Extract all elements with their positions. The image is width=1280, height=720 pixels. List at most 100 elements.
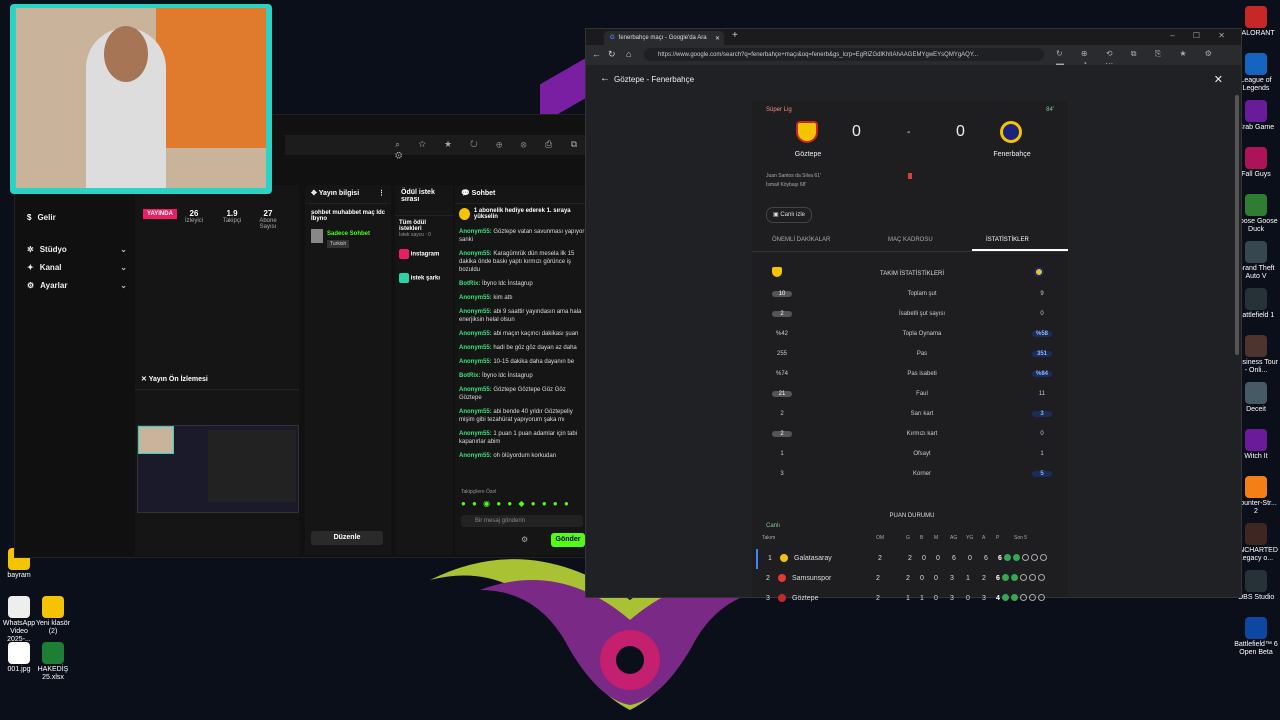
browser-toolbar-behind: ⌕ ☆ ★ ↻ ⊕ ⊗ ⎙ ⧉ ⚙: [285, 135, 589, 160]
form-dot-icon: [1002, 594, 1009, 601]
reload-icon[interactable]: ↻: [608, 49, 616, 60]
chat-username[interactable]: Anonym55:: [459, 229, 492, 235]
tab-lineups[interactable]: MAÇ KADROSU: [888, 237, 933, 243]
coin-icon: $: [27, 212, 32, 222]
stat-away-value: 351: [1032, 351, 1052, 357]
form-dot-icon: [1004, 554, 1011, 561]
chat-message: Anonym55: abi bende 40 yıldır Göztepeliy…: [459, 408, 585, 424]
chat-username[interactable]: Anonym55:: [459, 359, 492, 365]
more-icon[interactable]: ⋮: [378, 189, 385, 197]
team-crest-icon: [778, 574, 786, 582]
chat-message: Anonym55: 10-15 dakika daha dayanın be: [459, 358, 585, 366]
window-controls[interactable]: – ☐ ✕: [1170, 31, 1233, 40]
chat-panel: 💬 Sohbet 1 abonelik hediye ederek 1. sır…: [455, 185, 589, 555]
standings-value: 0: [968, 555, 972, 562]
standings-col-header: P: [996, 535, 1000, 541]
chat-message: Anonym55: Göztepe vatan savunması yapıyo…: [459, 228, 585, 244]
sidebar-item-kanal[interactable]: ✦ Kanal ⌄: [15, 258, 135, 276]
close-icon[interactable]: ✕: [1214, 73, 1223, 86]
stat-home-value: 2: [772, 431, 792, 437]
chat-username[interactable]: Anonym55:: [459, 453, 492, 459]
edit-button[interactable]: Düzenle: [311, 531, 383, 545]
sidebar-item-label: Gelir: [37, 212, 56, 222]
chat-message: Anonym55: kim attı: [459, 294, 585, 302]
chat-text: abi maçın kaçıncı dakikası şuan: [493, 331, 579, 337]
rewards-all[interactable]: Tüm ödül istekleri: [395, 216, 453, 232]
app-icon: [1245, 53, 1267, 75]
reward-item-instagram[interactable]: instagram: [399, 249, 439, 259]
chat-username[interactable]: Anonym55:: [459, 295, 492, 301]
tab-stats[interactable]: İSTATİSTİKLER: [986, 237, 1029, 243]
stat-away-value: %84: [1032, 371, 1052, 377]
close-tab-icon[interactable]: ✕: [715, 35, 720, 42]
chat-input[interactable]: Bir mesaj gönderin: [461, 515, 583, 527]
app-icon: [1245, 617, 1267, 639]
instagram-icon: [399, 249, 409, 259]
stat-away-value: 3: [1032, 411, 1052, 417]
chat-username[interactable]: Anonym55:: [459, 345, 492, 351]
chat-username[interactable]: Anonym55:: [459, 251, 492, 257]
standings-row[interactable]: 3 Göztepe 2 1 1 0 3 0 3 4: [756, 589, 1056, 609]
back-arrow-icon[interactable]: ←: [600, 73, 610, 84]
sidebar-item-ayarlar[interactable]: ⚙ Ayarlar ⌄: [15, 276, 135, 294]
standings-value: 2: [982, 575, 986, 582]
chat-username[interactable]: Anonym55:: [459, 387, 492, 393]
stat-home-value: %74: [775, 371, 788, 377]
standings-col-header: B: [920, 535, 924, 541]
chat-text: 10-15 dakika daha dayanın be: [493, 359, 575, 365]
settings-icon[interactable]: ⚙: [521, 535, 528, 544]
tab-bar: G fenerbahçe maçı - Google'da Ara ✕ + – …: [586, 29, 1241, 45]
panel-title: Göztepe - Fenerbahçe: [614, 75, 695, 84]
sidebar-item-gelir[interactable]: $ Gelir: [15, 208, 135, 226]
language-tag: Turkish: [327, 240, 350, 248]
watch-live-button[interactable]: ▣ Canlı izle: [766, 207, 813, 223]
scrollbar[interactable]: [1235, 95, 1239, 355]
desktop-icon[interactable]: HAKEDİŞ 25.xlsx: [34, 642, 72, 682]
app-icon: [1245, 382, 1267, 404]
reward-item-song[interactable]: istek şarkı: [399, 273, 440, 283]
tab-key-moments[interactable]: ÖNEMLİ DAKİKALAR: [772, 237, 830, 243]
form-dot-icon: [1022, 554, 1029, 561]
app-icon: [1245, 476, 1267, 498]
preview-header: ✕ Yayın Ön İzlemesi: [135, 371, 299, 390]
desktop-icon[interactable]: Yeni klasör (2): [34, 596, 72, 636]
stat-label: Sarı kart: [910, 411, 934, 417]
standings-row[interactable]: 1 Galatasaray 2 2 0 0 6 0 6 6: [756, 549, 1058, 569]
preview-thumbnail[interactable]: [137, 425, 299, 513]
match-card: Süper Lig 84' Göztepe 0 - 0 Fenerbahçe J…: [752, 101, 1068, 602]
url-field[interactable]: https://www.google.com/search?q=fenerbah…: [644, 48, 1044, 61]
new-tab-icon[interactable]: +: [732, 30, 738, 41]
file-icon: [8, 642, 30, 664]
back-icon[interactable]: ←: [592, 49, 601, 59]
stream-preview-panel: ✕ Yayın Ön İzlemesi: [135, 371, 299, 556]
form-dot-icon: [1029, 574, 1036, 581]
chat-username[interactable]: BotRix:: [459, 373, 480, 379]
desktop-icon[interactable]: 001.jpg: [0, 642, 38, 674]
chat-username[interactable]: Anonym55:: [459, 331, 492, 337]
chat-username[interactable]: Anonym55:: [459, 431, 492, 437]
app-icon: [1245, 100, 1267, 122]
desktop-icon[interactable]: WhatsApp Video 2025-...: [0, 596, 38, 644]
standings-row[interactable]: 2 Samsunspor 2 2 0 0 3 1 2 6: [756, 569, 1056, 589]
form-dots: [1002, 594, 1047, 603]
send-button[interactable]: Gönder: [551, 533, 585, 547]
browser-tab[interactable]: G fenerbahçe maçı - Google'da Ara ✕: [604, 31, 724, 45]
browser-window: G fenerbahçe maçı - Google'da Ara ✕ + – …: [585, 28, 1242, 602]
sidebar-item-studyo[interactable]: ✲ Stüdyo ⌄: [15, 240, 135, 258]
stat-away-value: %58: [1032, 331, 1052, 337]
home-icon[interactable]: ⌂: [626, 49, 631, 59]
chat-text: oh ölüyordum korkudan: [493, 453, 557, 459]
rewards-count: İstek sayısı : 0: [399, 232, 431, 238]
chat-username[interactable]: Anonym55:: [459, 309, 492, 315]
chevron-down-icon: ⌄: [120, 244, 127, 254]
standings-value: 1: [966, 575, 970, 582]
standings-value: 3: [950, 575, 954, 582]
rewards-panel: Ödül istek sırası Tüm ödül istekleri İst…: [395, 185, 453, 555]
subscriber-stat: 27 Abone Sayısı: [259, 209, 277, 230]
app-icon: [1245, 335, 1267, 357]
standings-col-header: A: [982, 535, 986, 541]
score-separator: -: [907, 127, 911, 138]
chat-username[interactable]: Anonym55:: [459, 409, 492, 415]
desktop-icon[interactable]: Battlefield™ 6 Open Beta: [1234, 617, 1278, 657]
chat-username[interactable]: BotRix:: [459, 281, 480, 287]
